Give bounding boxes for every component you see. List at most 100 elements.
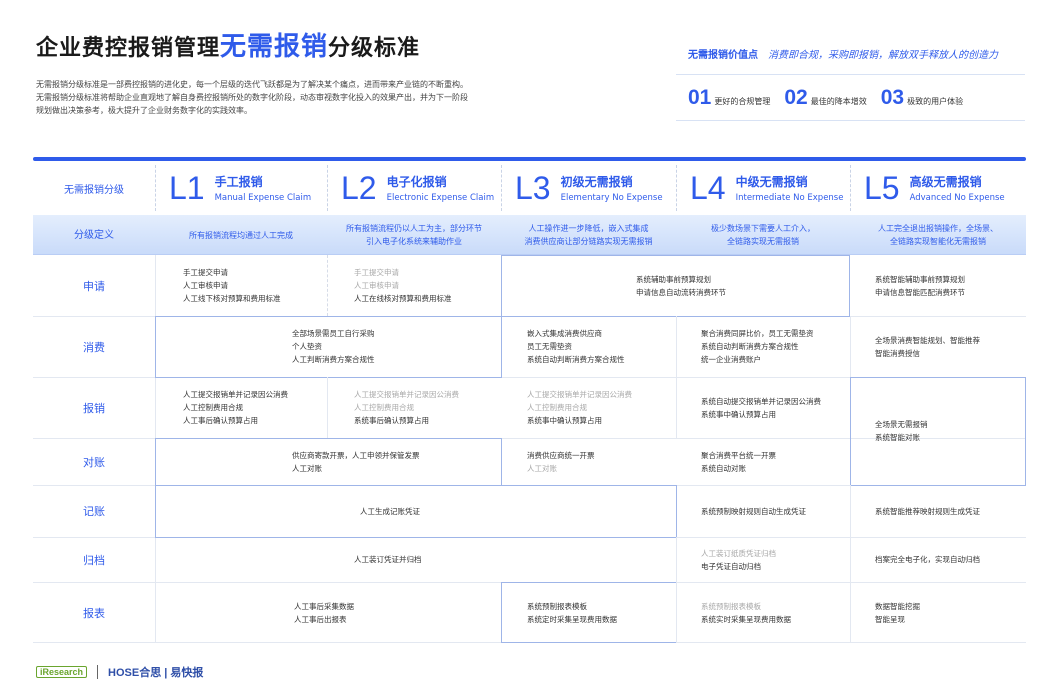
grading-table: 无需报销分级 L1 手工报销 Manual Expense Claim L2 电子… xyxy=(33,161,1026,643)
cell-report-l5: 数据智能挖掘 智能呈现 xyxy=(875,582,920,643)
level-code: L1 xyxy=(169,170,205,206)
cell-line: 系统事后确认预算占用 xyxy=(354,416,429,425)
level-code: L2 xyxy=(341,170,377,206)
cell-line: 人工提交报销单并记录因公消费 xyxy=(354,390,459,399)
value-point-text: 更好的合规管理 xyxy=(714,97,771,106)
cell-consume-l1-l2: 全部场景需员工自行采购 个人垫资 人工判断消费方案合规性 xyxy=(292,316,375,377)
value-points-list: 01 更好的合规管理 02 最佳的降本增效 03 极致的用户体验 xyxy=(688,86,1028,110)
value-point-number: 03 xyxy=(880,86,905,109)
definition-text: 全链路实现无需报销 xyxy=(727,237,799,246)
title-suffix: 分级标准 xyxy=(328,36,421,61)
cell-archive-l1-l3: 人工装订凭证并归档 xyxy=(354,537,422,582)
level-code: L3 xyxy=(515,170,551,206)
cell-claim-l4: 系统自动提交报销单并记录因公消费 系统事中确认预算占用 xyxy=(701,377,821,438)
title-main: 企业费控报销管理 xyxy=(36,36,221,61)
level-code: L5 xyxy=(864,170,900,206)
cell-line: 人工装订凭证并归档 xyxy=(354,555,422,564)
cell-claim-reconcile-l5: 全场景无需报销 系统智能对账 xyxy=(875,377,928,485)
cell-line: 手工提交申请 xyxy=(354,268,399,277)
cell-line: 数据智能挖掘 xyxy=(875,601,920,611)
level-name-en: Manual Expense Claim xyxy=(214,193,312,203)
divider xyxy=(676,120,1025,121)
cell-line: 全场景无需报销 xyxy=(875,420,928,429)
cell-apply-l2: 手工提交申请 人工审核申请 人工在线核对预算和费用标准 xyxy=(354,255,452,316)
value-point-number: 02 xyxy=(784,86,808,109)
row-label-archive: 归档 xyxy=(83,553,105,567)
cell-consume-l3: 嵌入式集成消费供应商 员工无需垫资 系统自动判断消费方案合规性 xyxy=(527,316,625,377)
level-header-l5: L5 高级无需报销 Advanced No Expense xyxy=(850,161,1026,215)
level-name: 高级无需报销 xyxy=(909,175,982,189)
value-points-slogan: 消费即合规，采购即报销，解放双手释放人的创造力 xyxy=(768,50,998,61)
definition-l3: 人工操作进一步降低，嵌入式集成 消费供应商让部分链路实现无需报销 xyxy=(501,215,676,255)
definition-l1: 所有报销流程均通过人工完成 xyxy=(155,215,327,255)
level-name-en: Electronic Expense Claim xyxy=(386,193,495,203)
value-point-text: 极致的用户体验 xyxy=(907,97,964,106)
cell-line: 人工在线核对预算和费用标准 xyxy=(354,294,452,303)
definition-text: 所有报销流程均通过人工完成 xyxy=(189,230,293,240)
cell-line: 人工判断消费方案合规性 xyxy=(292,355,375,364)
cell-reconcile-l1-l2: 供应商寄款开票，人工申领并保管发票 人工对账 xyxy=(292,438,420,485)
cell-line: 系统辅助事前预算规划 xyxy=(636,274,711,284)
cell-bookkeeping-l1-l3: 人工生成记账凭证 xyxy=(360,485,420,537)
intro-line: 无需报销分级标准是一部费控报销的进化史，每一个层级的迭代飞跃都是为了解决某个痛点… xyxy=(36,80,468,89)
cell-line: 人工审核申请 xyxy=(183,281,228,290)
cell-line: 全部场景需员工自行采购 xyxy=(292,329,375,338)
cell-bookkeeping-l4: 系统预制映射规则自动生成凭证 xyxy=(701,485,806,537)
definition-l5: 人工完全退出报销操作，全场景、 全链路实现智能化无需报销 xyxy=(850,215,1026,255)
cell-line: 员工无需垫资 xyxy=(527,342,572,351)
cell-line: 系统自动判断消费方案合规性 xyxy=(701,342,799,351)
level-header-label: 无需报销分级 xyxy=(64,184,124,196)
level-name-en: Advanced No Expense xyxy=(909,193,1005,203)
definition-text: 引入电子化系统来辅助作业 xyxy=(366,237,462,246)
cell-line: 系统智能辅助事前预算规划 xyxy=(875,274,965,284)
cell-line: 人工事后确认预算占用 xyxy=(183,416,258,425)
divider xyxy=(676,74,1025,75)
cell-line: 系统智能推荐映射规则生成凭证 xyxy=(875,506,980,516)
row-label-bookkeeping: 记账 xyxy=(83,505,105,518)
level-code: L4 xyxy=(690,170,726,206)
row-label-consume: 消费 xyxy=(83,340,105,354)
definition-text: 人工完全退出报销操作，全场景、 xyxy=(878,224,998,233)
cell-apply-l5: 系统智能辅助事前预算规划 申请信息智能匹配消费环节 xyxy=(875,255,965,316)
level-name: 中级无需报销 xyxy=(735,175,808,189)
cell-report-l1-l2: 人工事后采集数据 人工事后出报表 xyxy=(294,582,354,643)
cell-line: 人工对账 xyxy=(292,463,322,473)
cell-line: 档案完全电子化，实现自动归档 xyxy=(875,555,980,564)
cell-line: 系统智能对账 xyxy=(875,433,920,442)
cell-claim-l3: 人工提交报销单并记录因公消费 人工控制费用合规 系统事中确认预算占用 xyxy=(527,377,632,438)
cell-line: 人工提交报销单并记录因公消费 xyxy=(183,390,288,399)
cell-line: 全场景消费智能规划、智能推荐 xyxy=(875,335,980,345)
cell-line: 电子凭证自动归档 xyxy=(701,561,761,571)
cell-line: 聚合消费平台统一开票 xyxy=(701,450,776,460)
level-header-l3: L3 初级无需报销 Elementary No Expense xyxy=(501,161,676,215)
column-separator xyxy=(676,316,677,438)
row-label-apply: 申请 xyxy=(83,279,105,293)
cell-consume-l5: 全场景消费智能规划、智能推荐 智能消费授信 xyxy=(875,316,980,377)
value-point: 01 更好的合规管理 xyxy=(688,86,770,110)
cell-consume-l4: 聚合消费同屏比价，员工无需垫资 系统自动判断消费方案合规性 统一企业消费账户 xyxy=(701,316,814,377)
column-separator xyxy=(327,377,328,438)
cell-report-l3: 系统预制报表模板 系统定时采集呈现费用数据 xyxy=(527,582,617,643)
value-point-number: 01 xyxy=(688,86,712,109)
level-name-en: Intermediate No Expense xyxy=(735,193,844,203)
level-name: 初级无需报销 xyxy=(560,175,633,189)
level-name: 手工报销 xyxy=(214,175,263,189)
cell-line: 人工审核申请 xyxy=(354,281,399,290)
level-header-l1: L1 手工报销 Manual Expense Claim xyxy=(155,161,327,215)
column-separator xyxy=(676,537,677,643)
cell-line: 系统预制报表模板 xyxy=(701,601,761,611)
cell-line: 人工提交报销单并记录因公消费 xyxy=(527,390,632,399)
cell-line: 系统预制报表模板 xyxy=(527,601,587,611)
cell-line: 个人垫资 xyxy=(292,342,322,351)
cell-line: 统一企业消费账户 xyxy=(701,355,761,364)
cell-line: 消费供应商统一开票 xyxy=(527,450,595,460)
definition-text: 极少数场景下需要人工介入， xyxy=(711,224,815,233)
row-label-report: 报表 xyxy=(83,606,105,620)
value-points-lead: 无需报销价值点 xyxy=(688,50,758,61)
cell-line: 人工装订纸质凭证归档 xyxy=(701,548,776,558)
cell-line: 人工对账 xyxy=(527,463,557,473)
definition-row: 分级定义 所有报销流程均通过人工完成 所有报销流程仍以人工为主，部分环节 引入电子… xyxy=(33,215,1026,255)
cell-apply-l3-l4: 系统辅助事前预算规划 申请信息自动流转消费环节 xyxy=(636,255,726,316)
cell-reconcile-l4: 聚合消费平台统一开票 系统自动对账 xyxy=(701,438,776,485)
definition-l4: 极少数场景下需要人工介入， 全链路实现无需报销 xyxy=(676,215,850,255)
